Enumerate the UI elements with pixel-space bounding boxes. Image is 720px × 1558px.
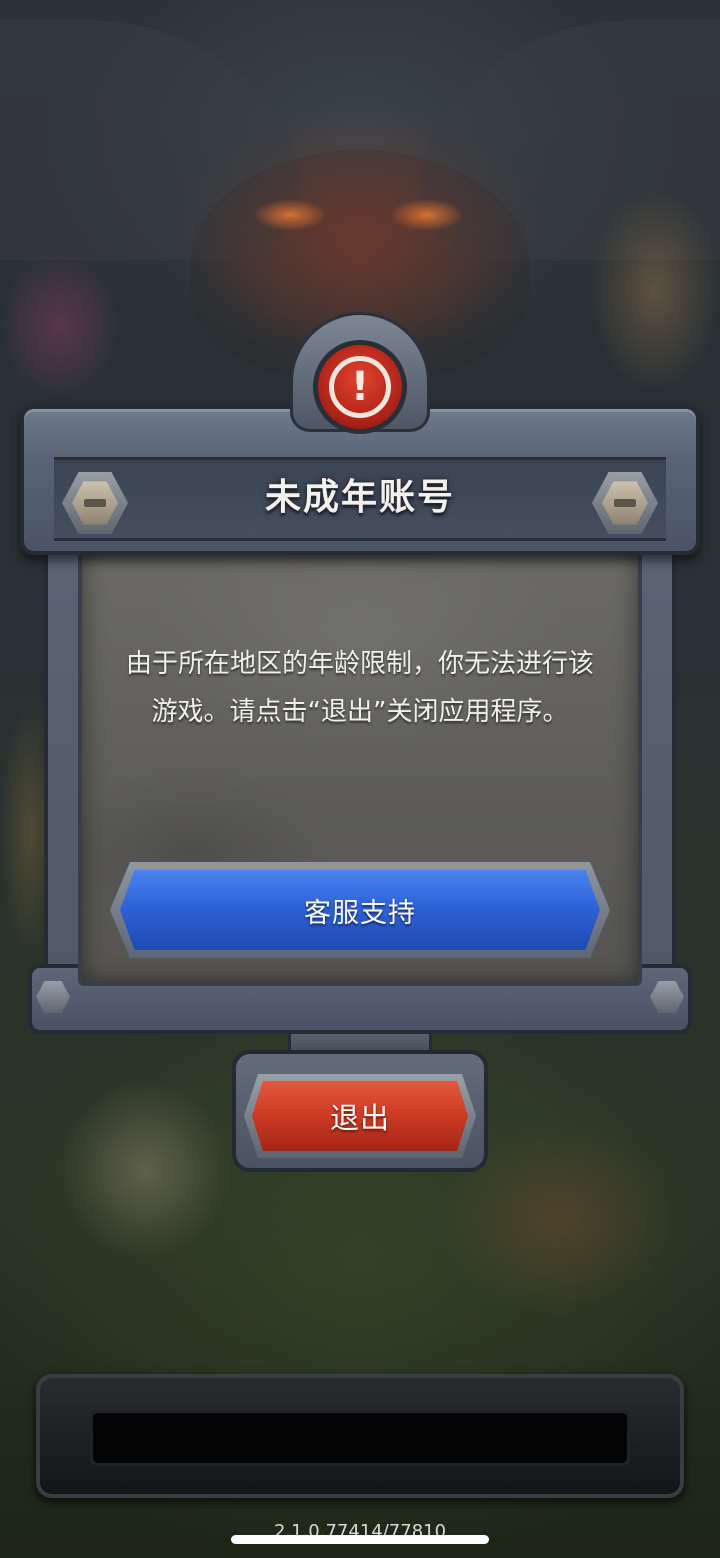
background-dragon-eye <box>392 200 462 230</box>
dialog-title: 未成年账号 <box>264 477 455 518</box>
game-screen: ! 未成年账号 由于所在地区的年龄限制，你无法进行该游戏。请点击“退出”关闭应用… <box>0 0 720 1558</box>
exit-button[interactable]: 退出 <box>244 1074 476 1158</box>
background-character <box>590 190 720 390</box>
customer-support-label: 客服支持 <box>120 870 600 950</box>
customer-support-button[interactable]: 客服支持 <box>110 862 610 958</box>
background-character <box>0 250 120 400</box>
exit-label: 退出 <box>252 1081 468 1151</box>
loading-bar-track <box>90 1410 630 1466</box>
home-indicator[interactable] <box>231 1535 489 1544</box>
exclamation-icon: ! <box>313 340 407 434</box>
background-dragon-eye <box>255 200 325 230</box>
background-character <box>60 1080 230 1260</box>
dialog-message: 由于所在地区的年龄限制，你无法进行该游戏。请点击“退出”关闭应用程序。 <box>125 649 594 727</box>
exclamation-glyph: ! <box>329 356 391 418</box>
